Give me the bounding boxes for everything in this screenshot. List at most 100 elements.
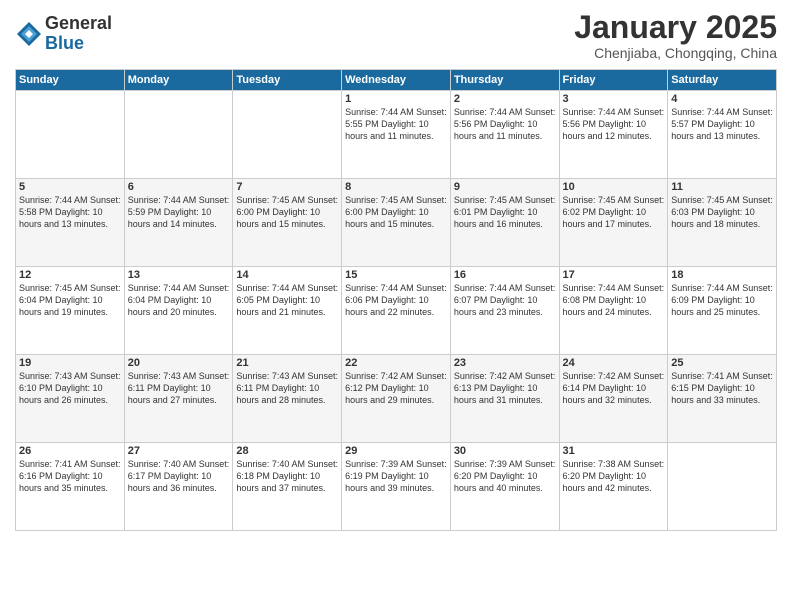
calendar-cell: 29Sunrise: 7:39 AM Sunset: 6:19 PM Dayli… (342, 443, 451, 531)
calendar-cell: 26Sunrise: 7:41 AM Sunset: 6:16 PM Dayli… (16, 443, 125, 531)
calendar-cell: 16Sunrise: 7:44 AM Sunset: 6:07 PM Dayli… (450, 267, 559, 355)
header: General Blue January 2025 Chenjiaba, Cho… (15, 10, 777, 61)
calendar: Sunday Monday Tuesday Wednesday Thursday… (15, 69, 777, 531)
col-saturday: Saturday (668, 70, 777, 91)
calendar-cell: 28Sunrise: 7:40 AM Sunset: 6:18 PM Dayli… (233, 443, 342, 531)
calendar-cell: 11Sunrise: 7:45 AM Sunset: 6:03 PM Dayli… (668, 179, 777, 267)
day-number: 4 (671, 93, 773, 105)
calendar-cell: 27Sunrise: 7:40 AM Sunset: 6:17 PM Dayli… (124, 443, 233, 531)
cell-info: Sunrise: 7:39 AM Sunset: 6:20 PM Dayligh… (454, 458, 556, 494)
week-row-2: 12Sunrise: 7:45 AM Sunset: 6:04 PM Dayli… (16, 267, 777, 355)
week-row-3: 19Sunrise: 7:43 AM Sunset: 6:10 PM Dayli… (16, 355, 777, 443)
calendar-cell: 10Sunrise: 7:45 AM Sunset: 6:02 PM Dayli… (559, 179, 668, 267)
week-row-0: 1Sunrise: 7:44 AM Sunset: 5:55 PM Daylig… (16, 91, 777, 179)
cell-info: Sunrise: 7:40 AM Sunset: 6:17 PM Dayligh… (128, 458, 230, 494)
cell-info: Sunrise: 7:40 AM Sunset: 6:18 PM Dayligh… (236, 458, 338, 494)
calendar-cell: 18Sunrise: 7:44 AM Sunset: 6:09 PM Dayli… (668, 267, 777, 355)
cell-info: Sunrise: 7:42 AM Sunset: 6:14 PM Dayligh… (563, 370, 665, 406)
cell-info: Sunrise: 7:41 AM Sunset: 6:16 PM Dayligh… (19, 458, 121, 494)
cell-info: Sunrise: 7:45 AM Sunset: 6:00 PM Dayligh… (345, 194, 447, 230)
day-number: 22 (345, 357, 447, 369)
day-number: 9 (454, 181, 556, 193)
day-number: 17 (563, 269, 665, 281)
col-friday: Friday (559, 70, 668, 91)
day-number: 12 (19, 269, 121, 281)
cell-info: Sunrise: 7:45 AM Sunset: 6:04 PM Dayligh… (19, 282, 121, 318)
calendar-cell: 22Sunrise: 7:42 AM Sunset: 6:12 PM Dayli… (342, 355, 451, 443)
calendar-cell: 20Sunrise: 7:43 AM Sunset: 6:11 PM Dayli… (124, 355, 233, 443)
day-number: 13 (128, 269, 230, 281)
cell-info: Sunrise: 7:43 AM Sunset: 6:11 PM Dayligh… (128, 370, 230, 406)
calendar-cell: 5Sunrise: 7:44 AM Sunset: 5:58 PM Daylig… (16, 179, 125, 267)
calendar-cell (16, 91, 125, 179)
day-number: 2 (454, 93, 556, 105)
cell-info: Sunrise: 7:44 AM Sunset: 5:56 PM Dayligh… (454, 106, 556, 142)
cell-info: Sunrise: 7:44 AM Sunset: 5:55 PM Dayligh… (345, 106, 447, 142)
calendar-cell (233, 91, 342, 179)
calendar-cell: 12Sunrise: 7:45 AM Sunset: 6:04 PM Dayli… (16, 267, 125, 355)
cell-info: Sunrise: 7:44 AM Sunset: 6:08 PM Dayligh… (563, 282, 665, 318)
page: General Blue January 2025 Chenjiaba, Cho… (0, 0, 792, 612)
cell-info: Sunrise: 7:39 AM Sunset: 6:19 PM Dayligh… (345, 458, 447, 494)
calendar-cell: 17Sunrise: 7:44 AM Sunset: 6:08 PM Dayli… (559, 267, 668, 355)
calendar-cell: 14Sunrise: 7:44 AM Sunset: 6:05 PM Dayli… (233, 267, 342, 355)
cell-info: Sunrise: 7:42 AM Sunset: 6:13 PM Dayligh… (454, 370, 556, 406)
day-number: 18 (671, 269, 773, 281)
day-number: 28 (236, 445, 338, 457)
day-number: 27 (128, 445, 230, 457)
col-tuesday: Tuesday (233, 70, 342, 91)
day-number: 20 (128, 357, 230, 369)
cell-info: Sunrise: 7:45 AM Sunset: 6:03 PM Dayligh… (671, 194, 773, 230)
cell-info: Sunrise: 7:44 AM Sunset: 5:57 PM Dayligh… (671, 106, 773, 142)
day-number: 7 (236, 181, 338, 193)
col-thursday: Thursday (450, 70, 559, 91)
cell-info: Sunrise: 7:43 AM Sunset: 6:10 PM Dayligh… (19, 370, 121, 406)
day-number: 14 (236, 269, 338, 281)
cell-info: Sunrise: 7:44 AM Sunset: 5:58 PM Dayligh… (19, 194, 121, 230)
header-row: Sunday Monday Tuesday Wednesday Thursday… (16, 70, 777, 91)
calendar-cell: 8Sunrise: 7:45 AM Sunset: 6:00 PM Daylig… (342, 179, 451, 267)
cell-info: Sunrise: 7:44 AM Sunset: 6:09 PM Dayligh… (671, 282, 773, 318)
calendar-cell: 23Sunrise: 7:42 AM Sunset: 6:13 PM Dayli… (450, 355, 559, 443)
calendar-cell: 9Sunrise: 7:45 AM Sunset: 6:01 PM Daylig… (450, 179, 559, 267)
month-title: January 2025 (574, 10, 777, 45)
calendar-cell: 15Sunrise: 7:44 AM Sunset: 6:06 PM Dayli… (342, 267, 451, 355)
cell-info: Sunrise: 7:38 AM Sunset: 6:20 PM Dayligh… (563, 458, 665, 494)
cell-info: Sunrise: 7:44 AM Sunset: 5:59 PM Dayligh… (128, 194, 230, 230)
calendar-cell: 1Sunrise: 7:44 AM Sunset: 5:55 PM Daylig… (342, 91, 451, 179)
cell-info: Sunrise: 7:41 AM Sunset: 6:15 PM Dayligh… (671, 370, 773, 406)
cell-info: Sunrise: 7:42 AM Sunset: 6:12 PM Dayligh… (345, 370, 447, 406)
day-number: 30 (454, 445, 556, 457)
calendar-cell: 25Sunrise: 7:41 AM Sunset: 6:15 PM Dayli… (668, 355, 777, 443)
logo-general-text: General (45, 14, 112, 34)
day-number: 5 (19, 181, 121, 193)
week-row-1: 5Sunrise: 7:44 AM Sunset: 5:58 PM Daylig… (16, 179, 777, 267)
calendar-cell: 13Sunrise: 7:44 AM Sunset: 6:04 PM Dayli… (124, 267, 233, 355)
calendar-cell: 24Sunrise: 7:42 AM Sunset: 6:14 PM Dayli… (559, 355, 668, 443)
logo: General Blue (15, 14, 112, 54)
cell-info: Sunrise: 7:45 AM Sunset: 6:02 PM Dayligh… (563, 194, 665, 230)
day-number: 10 (563, 181, 665, 193)
cell-info: Sunrise: 7:44 AM Sunset: 6:06 PM Dayligh… (345, 282, 447, 318)
day-number: 11 (671, 181, 773, 193)
day-number: 15 (345, 269, 447, 281)
location-title: Chenjiaba, Chongqing, China (574, 45, 777, 61)
cell-info: Sunrise: 7:44 AM Sunset: 6:05 PM Dayligh… (236, 282, 338, 318)
day-number: 21 (236, 357, 338, 369)
cell-info: Sunrise: 7:43 AM Sunset: 6:11 PM Dayligh… (236, 370, 338, 406)
calendar-cell: 30Sunrise: 7:39 AM Sunset: 6:20 PM Dayli… (450, 443, 559, 531)
cell-info: Sunrise: 7:45 AM Sunset: 6:00 PM Dayligh… (236, 194, 338, 230)
col-monday: Monday (124, 70, 233, 91)
day-number: 25 (671, 357, 773, 369)
col-sunday: Sunday (16, 70, 125, 91)
calendar-cell: 6Sunrise: 7:44 AM Sunset: 5:59 PM Daylig… (124, 179, 233, 267)
col-wednesday: Wednesday (342, 70, 451, 91)
calendar-header: Sunday Monday Tuesday Wednesday Thursday… (16, 70, 777, 91)
calendar-cell: 19Sunrise: 7:43 AM Sunset: 6:10 PM Dayli… (16, 355, 125, 443)
cell-info: Sunrise: 7:44 AM Sunset: 6:07 PM Dayligh… (454, 282, 556, 318)
calendar-cell: 21Sunrise: 7:43 AM Sunset: 6:11 PM Dayli… (233, 355, 342, 443)
day-number: 3 (563, 93, 665, 105)
cell-info: Sunrise: 7:44 AM Sunset: 5:56 PM Dayligh… (563, 106, 665, 142)
day-number: 29 (345, 445, 447, 457)
calendar-cell: 2Sunrise: 7:44 AM Sunset: 5:56 PM Daylig… (450, 91, 559, 179)
